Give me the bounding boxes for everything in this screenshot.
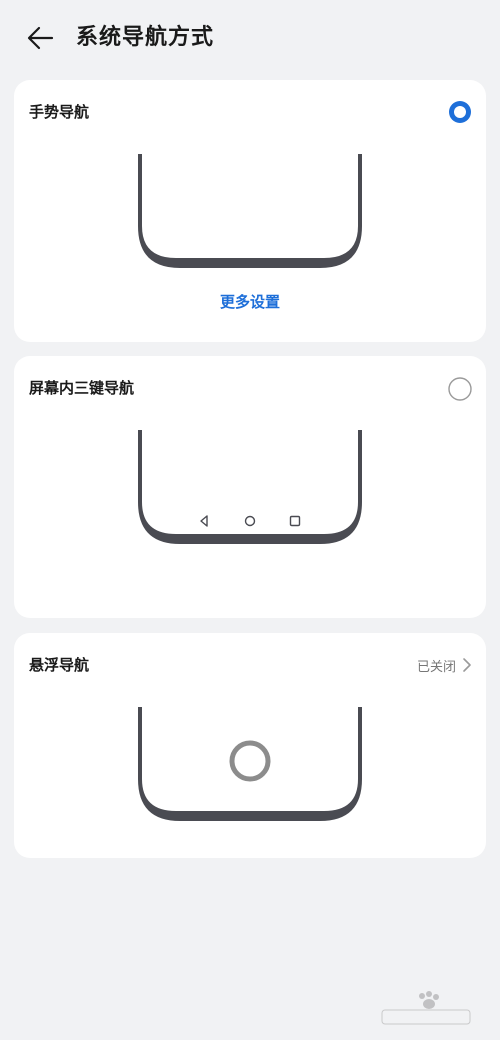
back-key-icon — [200, 515, 208, 527]
arrow-left-icon — [27, 26, 54, 50]
header: 系统导航方式 — [0, 0, 500, 76]
radio-selected-icon — [449, 101, 471, 123]
three-key-navigation-card[interactable]: 屏幕内三键导航 — [14, 356, 486, 618]
three-key-navigation-radio[interactable] — [448, 377, 472, 401]
floating-status-text: 已关闭 — [416, 659, 456, 675]
floating-navigation-card[interactable]: 悬浮导航 已关闭 — [14, 633, 486, 858]
gesture-navigation-card[interactable]: 手势导航 更多设置 — [14, 80, 486, 342]
recents-key-icon — [289, 515, 301, 527]
back-button[interactable] — [22, 20, 62, 56]
gesture-navigation-title: 手势导航 — [29, 103, 90, 121]
three-key-navigation-title: 屏幕内三键导航 — [29, 379, 135, 397]
floating-navigation-status[interactable]: 已关闭 — [417, 654, 472, 676]
gesture-navigation-radio[interactable] — [448, 100, 472, 124]
home-key-icon — [244, 515, 256, 527]
chevron-right-icon — [463, 658, 471, 672]
three-key-phone-illustration — [138, 430, 362, 544]
page-title: 系统导航方式 — [76, 25, 215, 50]
floating-dock-icon — [229, 740, 271, 782]
floating-navigation-title: 悬浮导航 — [29, 656, 90, 674]
more-settings-link[interactable]: 更多设置 — [14, 291, 486, 313]
gesture-phone-illustration — [138, 154, 362, 268]
radio-unselected-icon — [448, 377, 472, 401]
watermark-logo — [381, 991, 471, 1025]
